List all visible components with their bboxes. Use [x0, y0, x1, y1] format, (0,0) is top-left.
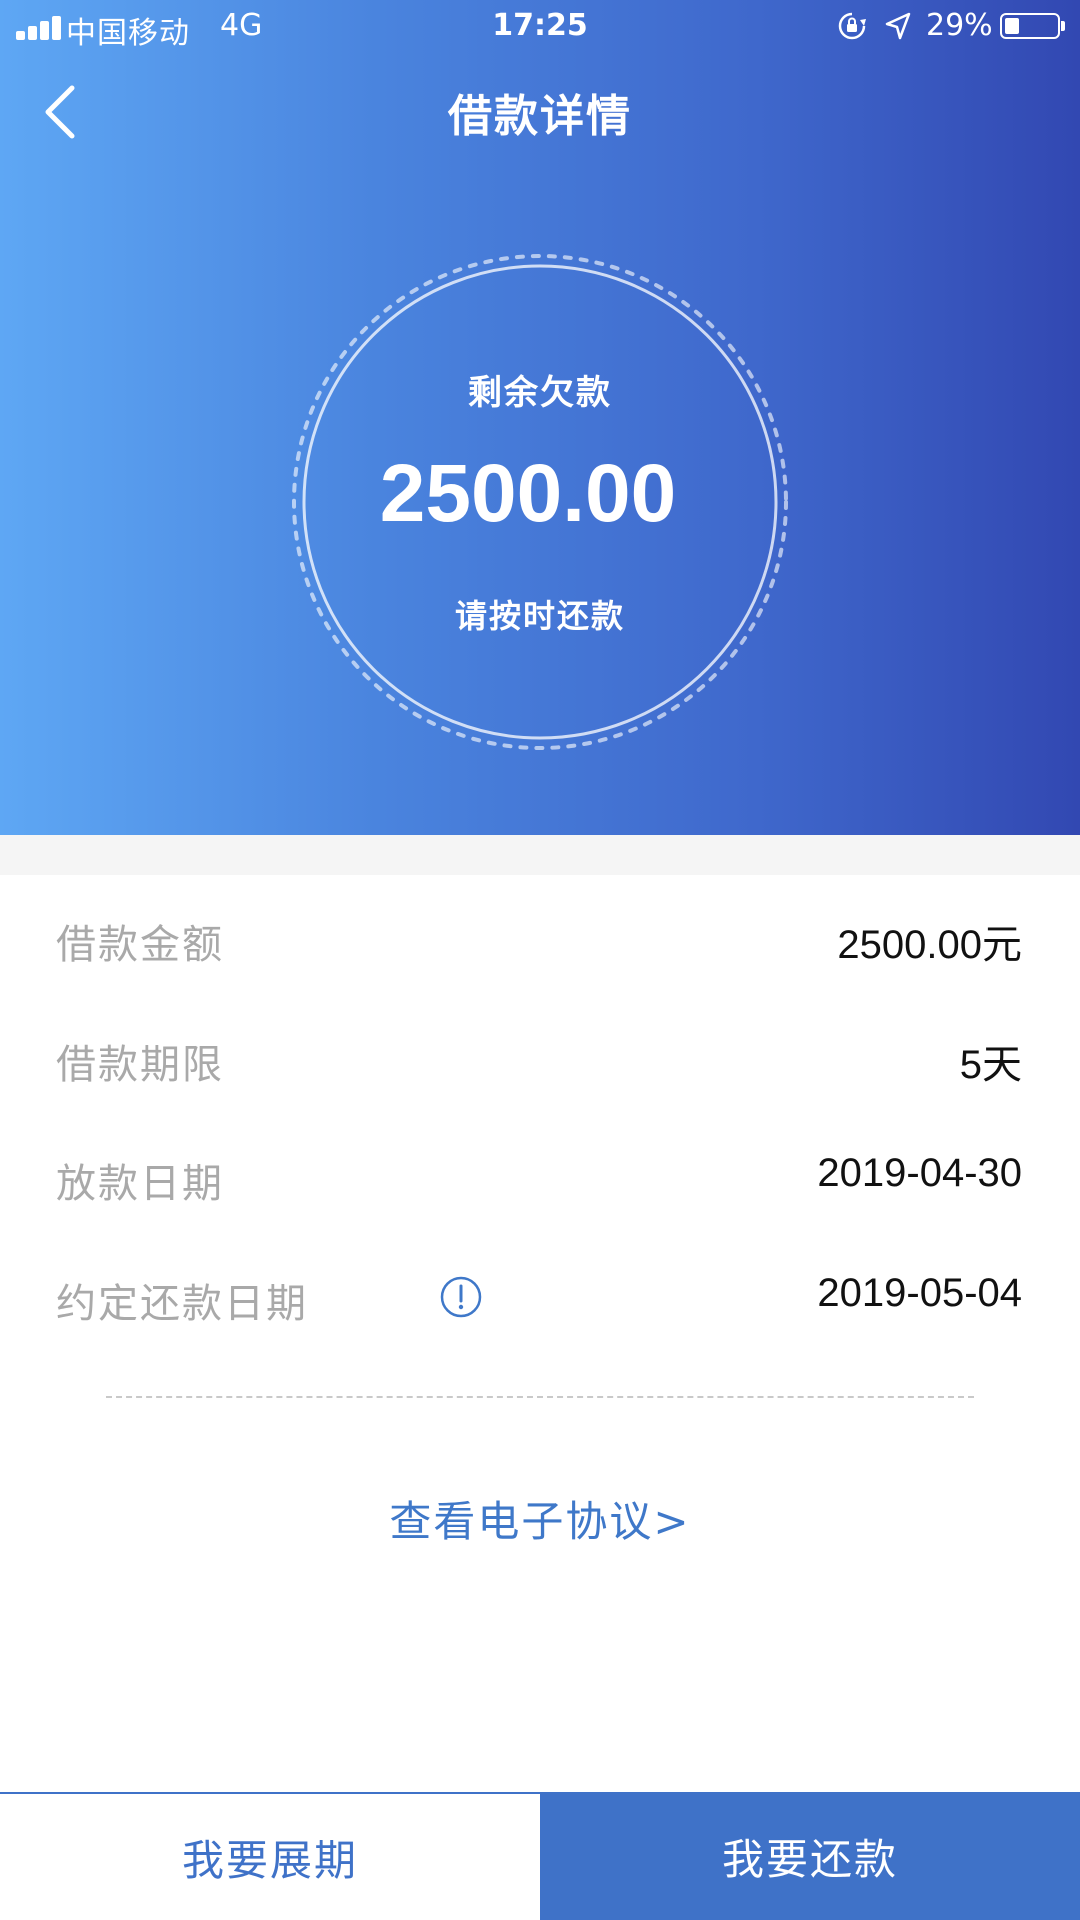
detail-value: 5天 [959, 1043, 1022, 1087]
detail-row-loan-term: 借款期限 5天 [0, 1018, 1080, 1098]
detail-value: 2019-04-30 [817, 1151, 1022, 1195]
repay-button[interactable]: 我要还款 [540, 1792, 1080, 1920]
status-time: 17:25 [492, 8, 588, 43]
remaining-debt-amount: 2500.00 [379, 448, 677, 539]
header-hero: 中国移动 4G 17:25 29% 借款详情 剩余欠款 2500.00 请按时还… [0, 0, 1080, 835]
orientation-lock-icon [838, 12, 866, 40]
extend-loan-button[interactable]: 我要展期 [0, 1792, 540, 1920]
detail-label: 借款期限 [56, 1042, 224, 1088]
status-bar: 中国移动 4G 17:25 29% [0, 0, 1080, 54]
battery-percent: 29% [926, 8, 993, 43]
detail-label: 放款日期 [56, 1161, 224, 1207]
section-divider [0, 835, 1080, 875]
dashed-divider [106, 1396, 974, 1398]
repay-on-time-hint: 请按时还款 [454, 597, 625, 635]
detail-label: 约定还款日期 [56, 1281, 308, 1327]
location-arrow-icon [885, 12, 911, 40]
detail-value: 2500.00元 [837, 923, 1022, 967]
detail-label: 借款金额 [56, 922, 224, 968]
detail-row-due-date: 约定还款日期 2019-05-04 [0, 1257, 1080, 1337]
battery-cap [1061, 21, 1065, 31]
remaining-debt-label: 剩余欠款 [468, 373, 612, 413]
battery-icon [1000, 13, 1060, 39]
detail-row-disbursement-date: 放款日期 2019-04-30 [0, 1137, 1080, 1217]
info-icon[interactable] [439, 1275, 483, 1319]
page-title: 借款详情 [448, 91, 632, 142]
detail-value: 2019-05-04 [817, 1271, 1022, 1315]
bottom-action-bar: 我要展期 我要还款 [0, 1792, 1080, 1920]
detail-row-loan-amount: 借款金额 2500.00元 [0, 898, 1080, 978]
view-e-agreement-link[interactable]: 查看电子协议> [0, 1488, 1080, 1549]
